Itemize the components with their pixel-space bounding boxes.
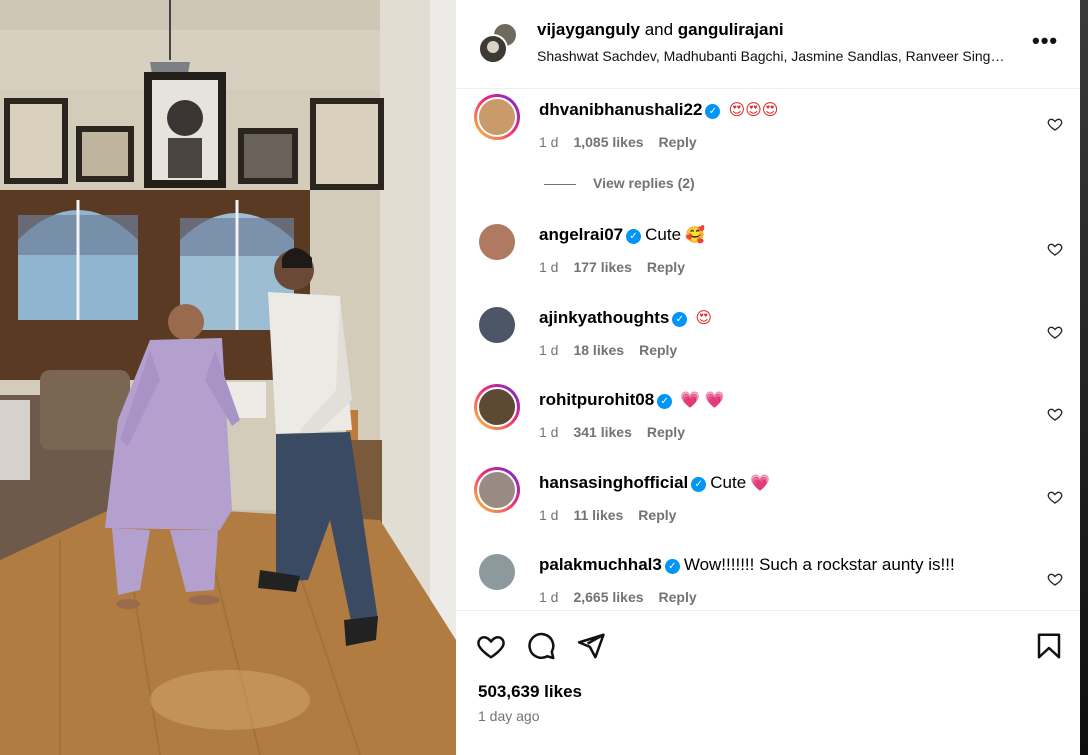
comment-body: ajinkyathoughts ✓ 😍 — [539, 308, 712, 328]
comment-heart-icon[interactable] — [1047, 571, 1063, 587]
comment-meta: 1 d 1,085 likes Reply — [539, 134, 712, 150]
comment-heart-icon[interactable] — [1047, 406, 1063, 422]
comment-meta: 1 d 2,665 likes Reply — [539, 589, 712, 605]
reply-button[interactable]: Reply — [659, 589, 697, 605]
comment-avatar[interactable] — [474, 219, 520, 265]
send-icon[interactable] — [576, 631, 606, 661]
reply-button[interactable]: Reply — [659, 134, 697, 150]
verified-badge-icon: ✓ — [672, 312, 688, 327]
replies-divider — [544, 183, 576, 185]
comment-heart-icon[interactable] — [1047, 116, 1063, 132]
view-replies-button[interactable]: View replies (2) — [544, 175, 695, 191]
comment-body: dhvanibhanushali22 ✓ 😍😍😍 — [539, 100, 778, 120]
author-joiner: and — [639, 20, 678, 39]
comment-avatar[interactable] — [474, 384, 520, 430]
comment-emoji: 😍 — [695, 310, 713, 327]
comment-likes-count[interactable]: 341 likes — [573, 424, 631, 440]
comment-meta: 1 d 177 likes Reply — [539, 259, 700, 275]
comment-age: 1 d — [539, 134, 559, 150]
comment-username[interactable]: angelrai07 — [539, 225, 623, 244]
reply-button[interactable]: Reply — [638, 507, 676, 523]
verified-badge-icon: ✓ — [664, 559, 680, 574]
comment-likes-count[interactable]: 2,665 likes — [573, 589, 643, 605]
comment-text: Wow!!!!!!! Such a rockstar aunty is!!! — [683, 555, 955, 574]
verified-badge-icon: ✓ — [657, 394, 673, 409]
instagram-post-view: vijayganguly and gangulirajani Shashwat … — [0, 0, 1088, 755]
comment-age: 1 d — [539, 507, 559, 523]
post-details-panel: vijayganguly and gangulirajani Shashwat … — [456, 0, 1080, 755]
author-link-gangulirajani[interactable]: gangulirajani — [678, 20, 784, 39]
reply-button[interactable]: Reply — [647, 259, 685, 275]
comment-meta: 1 d 11 likes Reply — [539, 507, 691, 523]
comment-likes-count[interactable]: 11 likes — [573, 507, 623, 523]
comments-list[interactable]: dhvanibhanushali22 ✓ 😍😍😍 1 d 1,085 likes Rep… — [456, 89, 1080, 610]
collab-avatars[interactable] — [478, 22, 518, 64]
comment-heart-icon[interactable] — [1047, 489, 1063, 505]
comment-age: 1 d — [539, 342, 559, 358]
collaborators-list[interactable]: Shashwat Sachdev, Madhubanti Bagchi, Jas… — [537, 48, 1017, 64]
comment-body: hansasinghofficial ✓ Cute 💗 — [539, 473, 770, 493]
comment-text: Cute — [645, 225, 682, 244]
comment-item: hansasinghofficial ✓ Cute 💗 1 d 11 likes Repl… — [456, 467, 1080, 537]
comment-username[interactable]: palakmuchhal3 — [539, 555, 662, 574]
view-replies-label: View replies (2) — [593, 175, 695, 191]
post-authors: vijayganguly and gangulirajani — [537, 20, 784, 40]
post-video[interactable] — [0, 0, 456, 755]
comment-item: ajinkyathoughts ✓ 😍 1 d 18 likes Reply — [456, 302, 1080, 372]
comment-body: palakmuchhal3 ✓ Wow!!!!!!! Such a rockstar… — [539, 555, 959, 575]
comment-age: 1 d — [539, 424, 559, 440]
author-link-vijayganguly[interactable]: vijayganguly — [537, 20, 640, 39]
comment-item: palakmuchhal3 ✓ Wow!!!!!!! Such a rockstar… — [456, 549, 1080, 610]
comment-avatar[interactable] — [474, 549, 520, 595]
comment-username[interactable]: dhvanibhanushali22 — [539, 100, 702, 119]
comment-avatar[interactable] — [474, 94, 520, 140]
verified-badge-icon: ✓ — [626, 229, 642, 244]
comment-text: Cute — [710, 473, 747, 492]
post-likes-count[interactable]: 503,639 likes — [478, 682, 582, 702]
comment-age: 1 d — [539, 259, 559, 275]
reply-button[interactable]: Reply — [647, 424, 685, 440]
video-frame-illustration — [0, 0, 456, 755]
post-header: vijayganguly and gangulirajani Shashwat … — [456, 0, 1080, 89]
comment-icon[interactable] — [526, 631, 556, 661]
comment-heart-icon[interactable] — [1047, 241, 1063, 257]
comment-avatar[interactable] — [474, 302, 520, 348]
more-options-icon[interactable]: ••• — [1032, 30, 1058, 52]
heart-icon[interactable] — [476, 631, 506, 661]
comment-username[interactable]: hansasinghofficial — [539, 473, 688, 492]
avatar-vijayganguly[interactable] — [478, 34, 508, 64]
post-timestamp[interactable]: 1 day ago — [478, 708, 540, 724]
comment-body: angelrai07 ✓ Cute 🥰 — [539, 225, 705, 245]
comment-item: dhvanibhanushali22 ✓ 😍😍😍 1 d 1,085 likes Rep… — [456, 94, 1080, 164]
comment-emoji: 🥰 — [685, 227, 705, 244]
comment-emoji: 💗 — [750, 475, 771, 492]
comment-emoji: 💗 💗 — [680, 392, 725, 409]
comment-item: angelrai07 ✓ Cute 🥰 1 d 177 likes Reply — [456, 219, 1080, 289]
comment-emoji: 😍😍😍 — [728, 102, 779, 119]
comment-heart-icon[interactable] — [1047, 324, 1063, 340]
comment-meta: 1 d 18 likes Reply — [539, 342, 692, 358]
comment-body: rohitpurohit08 ✓ 💗 💗 — [539, 390, 725, 410]
comment-avatar[interactable] — [474, 467, 520, 513]
post-actions: 503,639 likes 1 day ago — [456, 610, 1080, 755]
bookmark-icon[interactable] — [1034, 631, 1064, 661]
comment-item: rohitpurohit08 ✓ 💗 💗 1 d 341 likes Reply — [456, 384, 1080, 454]
comment-age: 1 d — [539, 589, 559, 605]
comment-likes-count[interactable]: 177 likes — [573, 259, 631, 275]
comment-username[interactable]: rohitpurohit08 — [539, 390, 654, 409]
comment-meta: 1 d 341 likes Reply — [539, 424, 700, 440]
verified-badge-icon: ✓ — [705, 104, 721, 119]
comment-likes-count[interactable]: 1,085 likes — [573, 134, 643, 150]
background-edge — [1080, 0, 1088, 755]
reply-button[interactable]: Reply — [639, 342, 677, 358]
comment-username[interactable]: ajinkyathoughts — [539, 308, 669, 327]
comment-likes-count[interactable]: 18 likes — [573, 342, 624, 358]
verified-badge-icon: ✓ — [691, 477, 707, 492]
